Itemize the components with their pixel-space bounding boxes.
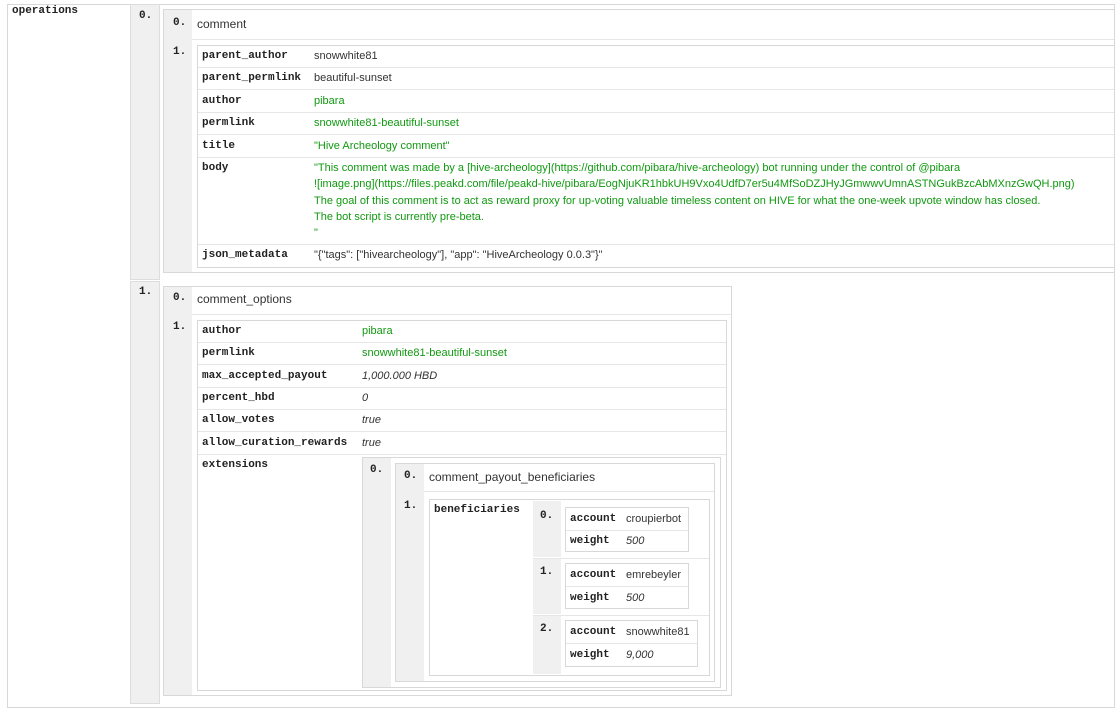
weight-key: weight bbox=[570, 592, 610, 604]
field-key: permlink bbox=[202, 117, 255, 129]
row-divider bbox=[198, 244, 1114, 245]
percent-hbd-value: 0 bbox=[362, 392, 369, 404]
field-key: percent_hbd bbox=[202, 392, 275, 404]
operation-index: 0. bbox=[139, 10, 153, 22]
type-index: 0. bbox=[173, 292, 187, 304]
account-key: account bbox=[570, 513, 617, 525]
body-value: "This comment was made by a [hive-archeo… bbox=[314, 160, 1114, 241]
account-key: account bbox=[570, 569, 617, 581]
body-line: The bot script is currently pre-beta. bbox=[314, 210, 484, 223]
beneficiary-account: croupierbot bbox=[626, 513, 682, 525]
allow-votes-value: true bbox=[362, 414, 381, 426]
field-key: json_metadata bbox=[202, 249, 288, 261]
value-index: 1. bbox=[173, 321, 187, 333]
beneficiary-index: 0. bbox=[540, 510, 554, 522]
body-line: "This comment was made by a [hive-archeo… bbox=[314, 162, 961, 174]
field-key: allow_votes bbox=[202, 414, 275, 426]
operation-type: comment_options bbox=[197, 292, 292, 306]
field-key: body bbox=[202, 162, 229, 174]
max-accepted-payout-value: 1,000.000 HBD bbox=[362, 370, 438, 382]
value-index: 1. bbox=[404, 500, 418, 512]
field-key: permlink bbox=[202, 347, 255, 359]
author-link[interactable]: pibara bbox=[314, 95, 345, 107]
row-divider bbox=[198, 67, 1114, 68]
allow-curation-rewards-value: true bbox=[362, 437, 381, 449]
field-key: parent_permlink bbox=[202, 72, 302, 84]
author-link[interactable]: pibara bbox=[362, 325, 393, 337]
row-divider bbox=[198, 364, 726, 365]
divider bbox=[192, 314, 731, 315]
divider bbox=[192, 39, 1114, 40]
row-divider bbox=[198, 431, 726, 432]
body-line: The goal of this comment is to act as re… bbox=[314, 194, 1041, 207]
beneficiary-index: 2. bbox=[540, 623, 554, 635]
type-index: 0. bbox=[173, 17, 187, 29]
json-metadata-value: "{"tags": ["hivearcheology"], "app": "Hi… bbox=[314, 249, 603, 261]
row-divider bbox=[198, 387, 726, 388]
beneficiaries-key: beneficiaries bbox=[434, 504, 520, 516]
body-line: " bbox=[314, 227, 318, 240]
operation-type: comment bbox=[197, 17, 247, 31]
beneficiary-index: 1. bbox=[540, 566, 554, 578]
field-key: max_accepted_payout bbox=[202, 370, 328, 382]
operations-key: operations bbox=[12, 5, 79, 17]
operation-index-cell bbox=[130, 4, 160, 280]
operation-index-cell bbox=[130, 281, 160, 704]
index-gutter bbox=[363, 458, 391, 687]
row-divider bbox=[198, 112, 1114, 113]
beneficiary-weight: 500 bbox=[626, 592, 645, 604]
row-divider bbox=[566, 586, 688, 587]
row-divider bbox=[198, 342, 726, 343]
body-line: ![image.png](https://files.peakd.com/fil… bbox=[314, 178, 1075, 191]
account-key: account bbox=[570, 626, 617, 638]
beneficiary-weight: 9,000 bbox=[626, 649, 654, 661]
field-key: author bbox=[202, 325, 242, 337]
row-divider bbox=[566, 530, 688, 531]
beneficiary-weight: 500 bbox=[626, 535, 645, 547]
extension-type: comment_payout_beneficiaries bbox=[429, 470, 596, 484]
value-index: 1. bbox=[173, 46, 187, 58]
field-key: author bbox=[202, 95, 242, 107]
row-divider bbox=[198, 89, 1114, 90]
type-index: 0. bbox=[404, 470, 418, 482]
permlink-link[interactable]: snowwhite81-beautiful-sunset bbox=[314, 117, 459, 129]
index-gutter bbox=[164, 287, 192, 695]
row-divider bbox=[198, 454, 726, 455]
weight-key: weight bbox=[570, 649, 610, 661]
row-divider bbox=[198, 134, 1114, 135]
row-divider bbox=[198, 157, 1114, 158]
weight-key: weight bbox=[570, 535, 610, 547]
field-key: title bbox=[202, 140, 236, 152]
field-key: parent_author bbox=[202, 50, 288, 62]
row-divider bbox=[566, 643, 697, 644]
extension-index: 0. bbox=[370, 464, 384, 476]
row-divider bbox=[198, 409, 726, 410]
operation-index: 1. bbox=[139, 286, 153, 298]
parent-permlink-value: beautiful-sunset bbox=[314, 72, 392, 84]
beneficiary-account: emrebeyler bbox=[626, 569, 682, 581]
field-key: allow_curation_rewards bbox=[202, 437, 348, 449]
permlink-link[interactable]: snowwhite81-beautiful-sunset bbox=[362, 347, 507, 359]
index-gutter bbox=[396, 464, 424, 681]
title-value: "Hive Archeology comment" bbox=[314, 140, 450, 152]
divider bbox=[424, 491, 714, 492]
parent-author-value: snowwhite81 bbox=[314, 50, 378, 62]
field-key: extensions bbox=[202, 459, 269, 471]
beneficiary-account: snowwhite81 bbox=[626, 626, 690, 638]
